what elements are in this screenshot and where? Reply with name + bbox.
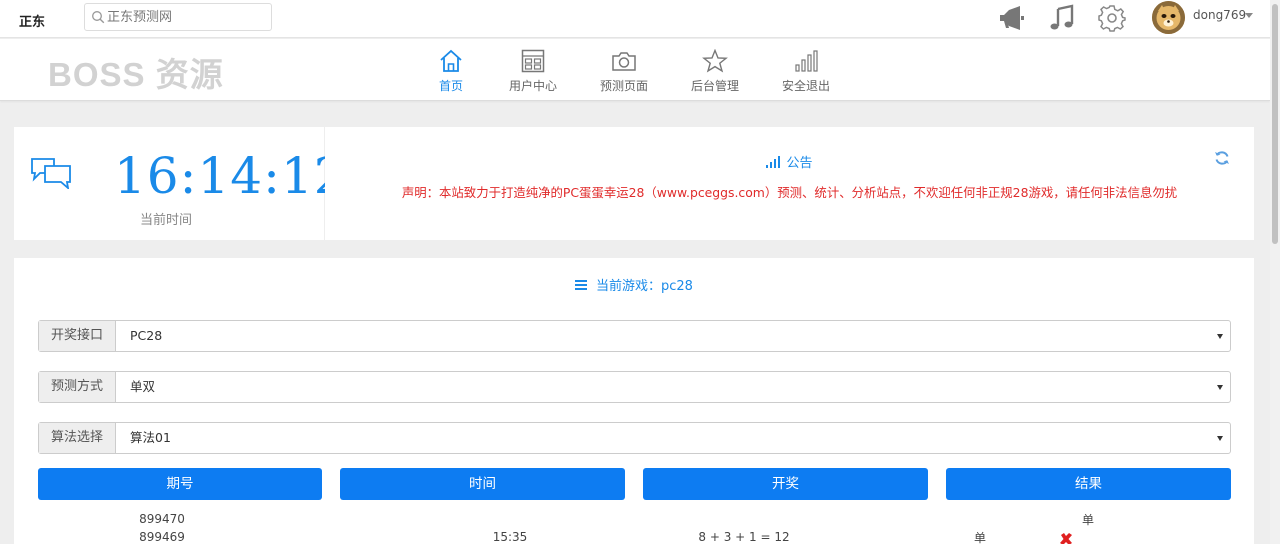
chevron-down-icon[interactable] bbox=[1217, 385, 1223, 390]
table-cell-issue: 899470 bbox=[139, 512, 185, 526]
current-time-label: 当前时间 bbox=[140, 213, 193, 228]
select-label: 开奖接口 bbox=[39, 321, 116, 351]
column-header-issue: 期号 bbox=[38, 468, 322, 500]
algorithm-select[interactable]: 算法选择 算法01 bbox=[38, 422, 1231, 454]
nav-item-admin[interactable]: 后台管理 bbox=[675, 49, 755, 97]
table-cell-time: 15:35 bbox=[492, 530, 528, 544]
game-panel: 当前游戏：pc28 开奖接口 PC28 预测方式 单双 算法选择 算法01 期号… bbox=[14, 258, 1254, 544]
menu-icon bbox=[575, 280, 588, 290]
grid-icon bbox=[521, 49, 545, 73]
camera-icon bbox=[612, 52, 636, 71]
chat-bubbles-icon bbox=[31, 158, 71, 189]
home-icon bbox=[440, 49, 462, 72]
notice-text: 声明：本站致力于打造纯净的PC蛋蛋幸运28（www.pceggs.com）预测、… bbox=[401, 185, 1178, 200]
column-header-draw: 开奖 bbox=[643, 468, 928, 500]
chevron-down-icon[interactable] bbox=[1217, 334, 1223, 339]
signal-icon bbox=[766, 156, 781, 168]
search-box[interactable] bbox=[84, 3, 272, 31]
username[interactable]: dong769 bbox=[1193, 8, 1246, 22]
notice-panel: 公告 声明：本站致力于打造纯净的PC蛋蛋幸运28（www.pceggs.com）… bbox=[325, 127, 1254, 240]
table-cell-draw: 8 + 3 + 1 = 12 bbox=[698, 530, 790, 544]
nav-label: 安全退出 bbox=[781, 79, 830, 93]
avatar[interactable] bbox=[1152, 1, 1185, 34]
main-nav: BOSS 资源 首页 用户中心 预测页面 后台管理 安全退出 bbox=[0, 39, 1270, 101]
chevron-down-icon[interactable] bbox=[1217, 436, 1223, 441]
top-bar: 正东 正东预测网 dong769 bbox=[0, 0, 1270, 38]
table-cell-result: 单 bbox=[1081, 513, 1094, 527]
nav-label: 后台管理 bbox=[690, 79, 739, 93]
signal-icon bbox=[795, 50, 818, 72]
table-cell-issue: 899469 bbox=[139, 530, 185, 544]
star-icon bbox=[702, 49, 728, 73]
search-icon bbox=[92, 11, 105, 24]
gear-icon[interactable] bbox=[1098, 4, 1126, 32]
nav-item-predict[interactable]: 预测页面 bbox=[584, 49, 664, 97]
column-header-result: 结果 bbox=[946, 468, 1231, 500]
nav-item-logout[interactable]: 安全退出 bbox=[766, 49, 846, 97]
select-label: 算法选择 bbox=[39, 423, 116, 453]
table-cell-prediction: 单 bbox=[973, 531, 986, 544]
notice-title: 公告 bbox=[786, 156, 813, 171]
nav-label: 预测页面 bbox=[599, 79, 648, 93]
select-value[interactable]: PC28 bbox=[130, 321, 162, 351]
chevron-down-icon[interactable] bbox=[1245, 13, 1253, 18]
nav-label: 首页 bbox=[438, 79, 463, 93]
search-input[interactable] bbox=[107, 7, 267, 27]
music-icon[interactable] bbox=[1048, 4, 1076, 32]
site-logo[interactable]: BOSS 资源 bbox=[48, 48, 224, 96]
notice-heading: 公告 bbox=[325, 152, 1254, 171]
game-heading: 当前游戏：pc28 bbox=[14, 275, 1254, 294]
predict-mode-select[interactable]: 预测方式 单双 bbox=[38, 371, 1231, 403]
select-value[interactable]: 单双 bbox=[130, 372, 155, 402]
nav-item-user-center[interactable]: 用户中心 bbox=[493, 49, 573, 97]
column-header-time: 时间 bbox=[340, 468, 625, 500]
select-value[interactable]: 算法01 bbox=[130, 423, 171, 453]
megaphone-icon[interactable] bbox=[997, 4, 1025, 32]
draw-source-select[interactable]: 开奖接口 PC28 bbox=[38, 320, 1231, 352]
wrong-mark-icon bbox=[1060, 533, 1072, 544]
nav-label: 用户中心 bbox=[508, 79, 557, 93]
scrollbar-thumb[interactable] bbox=[1272, 4, 1278, 244]
clock-panel: 16:14:12 当前时间 bbox=[14, 127, 346, 240]
game-title: 当前游戏：pc28 bbox=[596, 279, 693, 294]
current-time: 16:14:12 bbox=[114, 147, 347, 205]
select-label: 预测方式 bbox=[39, 372, 116, 402]
refresh-icon[interactable] bbox=[1214, 150, 1230, 166]
site-brand[interactable]: 正东 bbox=[19, 11, 45, 30]
nav-item-home[interactable]: 首页 bbox=[411, 49, 491, 97]
page-scrollbar[interactable] bbox=[1270, 0, 1280, 544]
